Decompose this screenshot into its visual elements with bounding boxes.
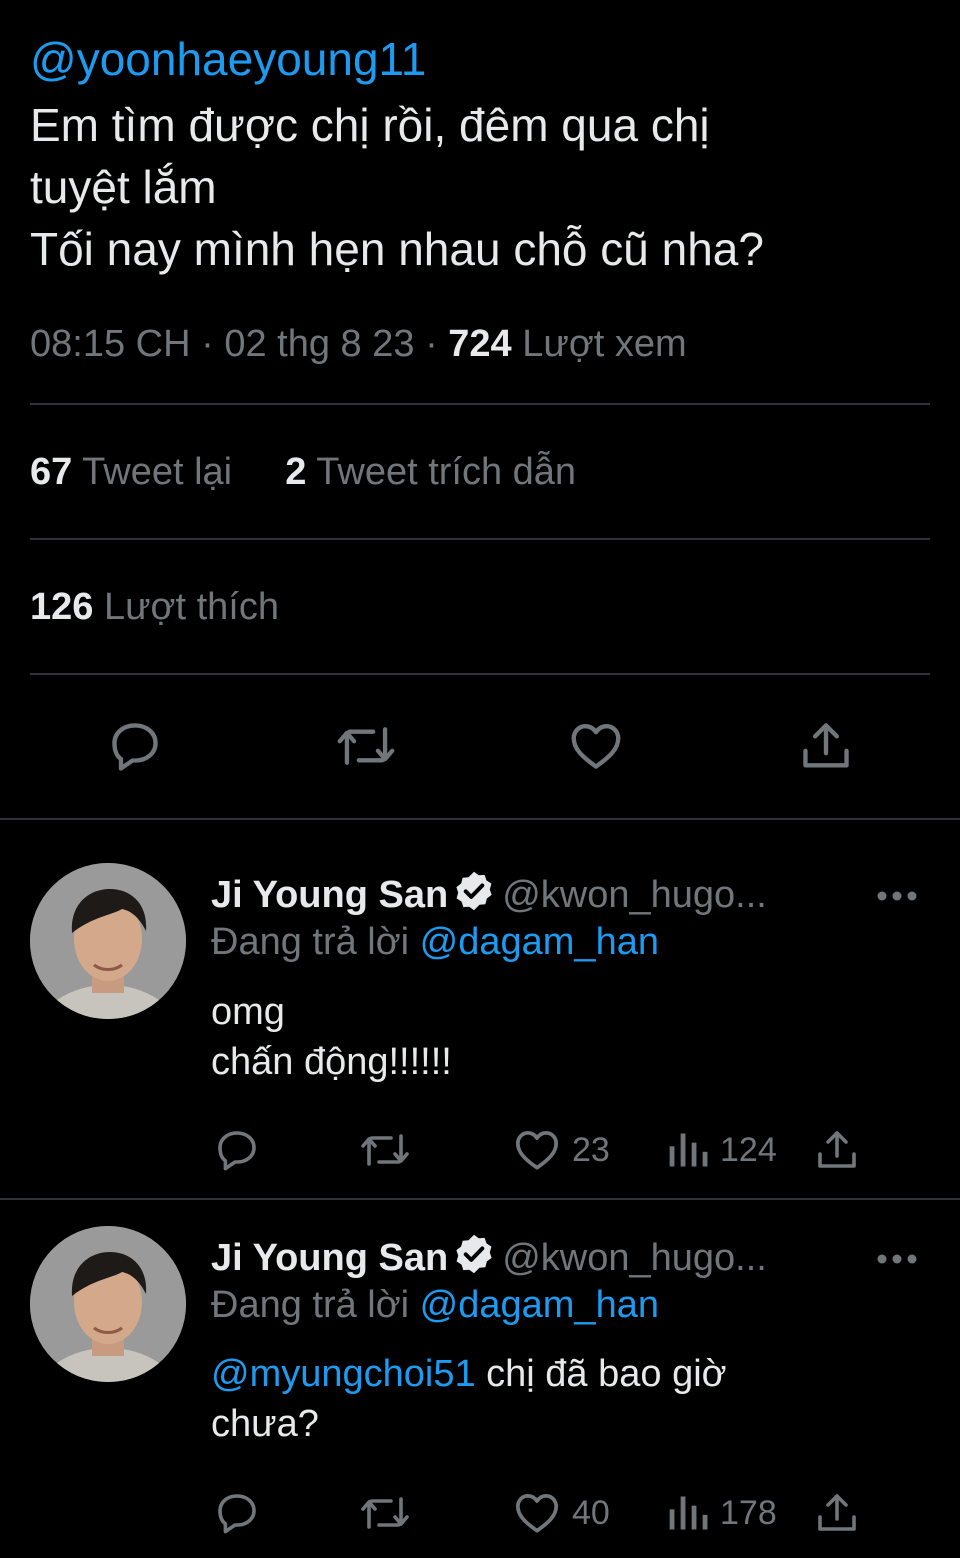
- like-count: 23: [572, 1130, 610, 1169]
- reply-text: omg chấn động!!!!!!: [211, 987, 911, 1087]
- likes-count: 126: [30, 586, 94, 628]
- tweet-date: 02 thg 8 23: [224, 323, 415, 365]
- share-icon: [803, 723, 849, 768]
- reply-body: omg chấn động!!!!!!: [211, 991, 452, 1083]
- reply-icon: [218, 1131, 256, 1171]
- section-divider: [0, 818, 960, 820]
- quotes-count: 2: [285, 451, 307, 493]
- views-icon: [669, 1133, 708, 1167]
- share-icon: [818, 1494, 856, 1531]
- replying-to-line: Đang trả lời @dagam_han: [211, 1281, 659, 1329]
- reply-header: Ji Young San @kwon_hugo...: [211, 1232, 767, 1288]
- verified-badge-icon: [452, 1232, 496, 1288]
- reply-header: Ji Young San @kwon_hugo...: [211, 869, 767, 925]
- views-button[interactable]: 124: [666, 1125, 777, 1175]
- author-handle[interactable]: @kwon_hugo...: [502, 874, 767, 916]
- tweet-meta: 08:15 CH · 02 thg 8 23 · 724 Lượt xem: [30, 320, 687, 368]
- verified-badge-icon: [452, 869, 496, 925]
- author-name[interactable]: Ji Young San: [211, 874, 448, 916]
- reply-button[interactable]: [213, 1488, 261, 1538]
- views-count: 178: [720, 1493, 777, 1532]
- tweet-views-label: Lượt xem: [522, 323, 687, 365]
- replying-to-line: Đang trả lời @dagam_han: [211, 918, 659, 966]
- retweet-button[interactable]: [335, 715, 397, 777]
- author-name[interactable]: Ji Young San: [211, 1237, 448, 1279]
- like-button[interactable]: 40: [512, 1488, 610, 1538]
- reply-mention[interactable]: @myungchoi51: [211, 1353, 476, 1395]
- retweet-button[interactable]: [358, 1488, 412, 1538]
- tweet-action-bar: [30, 715, 930, 777]
- reply-action-bar: 40 178: [211, 1488, 911, 1538]
- like-button[interactable]: [565, 715, 627, 777]
- retweets-stat[interactable]: 67 Tweet lại: [30, 451, 243, 493]
- tweet-mention[interactable]: @yoonhaeyoung11: [30, 30, 426, 88]
- avatar-photo: [30, 863, 186, 1019]
- reply-button[interactable]: [213, 1125, 261, 1175]
- retweet-stats: 67 Tweet lại 2 Tweet trích dẫn: [30, 448, 576, 496]
- views-icon: [669, 1496, 708, 1530]
- avatar-photo: [30, 1226, 186, 1382]
- more-options-button[interactable]: [876, 886, 920, 906]
- like-count: 40: [572, 1493, 610, 1532]
- views-button[interactable]: 178: [666, 1488, 777, 1538]
- replying-to-handle[interactable]: @dagam_han: [420, 1284, 659, 1326]
- like-icon: [515, 1131, 559, 1170]
- likes-label: Lượt thích: [103, 586, 279, 628]
- share-button[interactable]: [813, 1125, 861, 1175]
- reply-icon: [218, 1494, 256, 1534]
- quotes-stat[interactable]: 2 Tweet trích dẫn: [285, 451, 576, 493]
- avatar[interactable]: [30, 1226, 186, 1382]
- likes-stat[interactable]: 126 Lượt thích: [30, 583, 279, 631]
- meta-separator: ·: [201, 323, 225, 365]
- avatar[interactable]: [30, 863, 186, 1019]
- quotes-label: Tweet trích dẫn: [316, 451, 577, 493]
- tweet-text: Em tìm được chị rồi, đêm qua chị tuyệt l…: [30, 99, 764, 275]
- reply-button[interactable]: [104, 715, 166, 777]
- retweet-button[interactable]: [358, 1125, 412, 1175]
- like-icon: [571, 724, 621, 769]
- author-handle[interactable]: @kwon_hugo...: [502, 1237, 767, 1279]
- tweet-time: 08:15 CH: [30, 323, 191, 365]
- replying-to-handle[interactable]: @dagam_han: [420, 921, 659, 963]
- retweets-count: 67: [30, 451, 73, 493]
- divider: [30, 673, 930, 675]
- reply-text: @myungchoi51 chị đã bao giờ chưa?: [211, 1349, 911, 1449]
- more-icon: [877, 1254, 917, 1264]
- meta-separator: ·: [425, 323, 449, 365]
- more-options-button[interactable]: [876, 1249, 920, 1269]
- more-icon: [877, 891, 917, 901]
- share-button[interactable]: [813, 1488, 861, 1538]
- like-icon: [515, 1494, 559, 1533]
- divider: [30, 538, 930, 540]
- like-button[interactable]: 23: [512, 1125, 610, 1175]
- views-count: 124: [720, 1130, 777, 1169]
- retweet-icon: [337, 727, 395, 765]
- replying-label: Đang trả lời: [211, 921, 410, 963]
- retweet-icon: [361, 1134, 409, 1166]
- retweets-label: Tweet lại: [82, 451, 233, 493]
- tweet-views-count: 724: [448, 323, 512, 365]
- share-icon: [818, 1131, 856, 1168]
- reply-action-bar: 23 124: [211, 1125, 911, 1175]
- retweet-icon: [361, 1497, 409, 1529]
- share-button[interactable]: [795, 715, 857, 777]
- section-divider: [0, 1198, 960, 1200]
- divider: [30, 403, 930, 405]
- replying-label: Đang trả lời: [211, 1284, 410, 1326]
- reply-icon: [112, 723, 158, 771]
